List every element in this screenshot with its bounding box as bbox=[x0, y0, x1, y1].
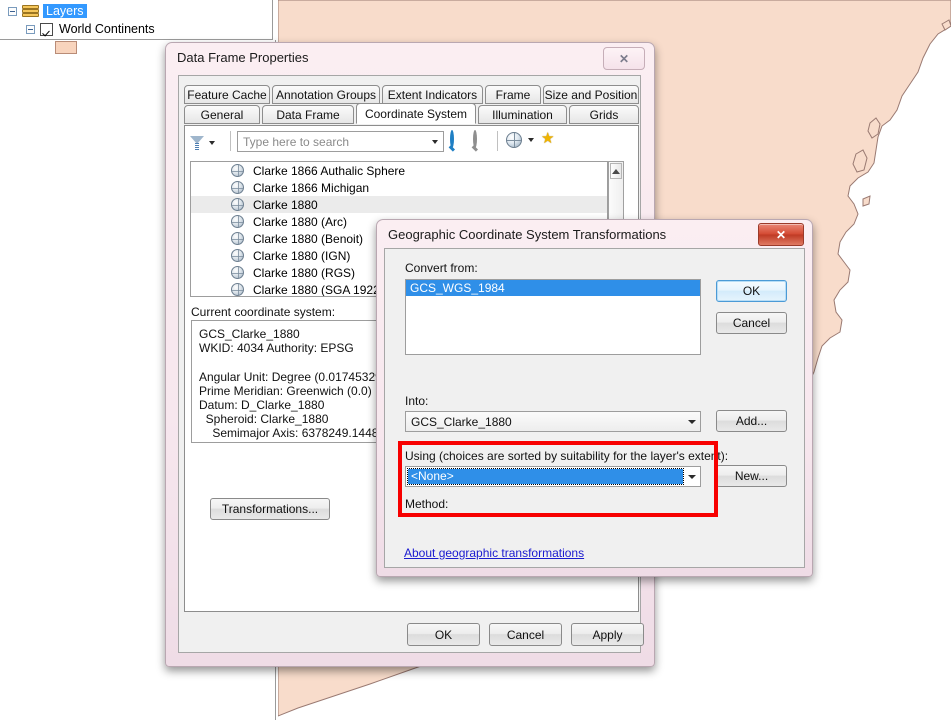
toolbar-separator bbox=[230, 131, 231, 151]
tab-label: Coordinate System bbox=[364, 106, 468, 121]
list-item[interactable]: Clarke 1866 Michigan bbox=[191, 179, 607, 196]
table-of-contents-panel: Layers World Continents bbox=[0, 0, 273, 54]
add-to-favorites-button[interactable]: ★ bbox=[541, 131, 554, 146]
ok-button[interactable]: OK bbox=[407, 623, 480, 646]
layers-stack-icon bbox=[22, 4, 39, 18]
cancel-button[interactable]: Cancel bbox=[716, 312, 787, 334]
tab-label: Feature Cache bbox=[187, 87, 267, 102]
tab-label: Illumination bbox=[492, 107, 553, 122]
search-input[interactable]: Type here to search bbox=[237, 131, 444, 152]
tab-illumination[interactable]: Illumination bbox=[478, 105, 567, 124]
into-value: GCS_Clarke_1880 bbox=[411, 414, 512, 429]
list-item-label: Clarke 1866 Michigan bbox=[253, 180, 370, 195]
chevron-up-icon bbox=[612, 169, 620, 174]
window-title: Geographic Coordinate System Transformat… bbox=[388, 226, 667, 242]
window-title-bar[interactable]: Geographic Coordinate System Transformat… bbox=[376, 219, 813, 249]
current-cs-label: Current coordinate system: bbox=[191, 305, 336, 319]
tab-grids[interactable]: Grids bbox=[569, 105, 639, 124]
clear-search-button[interactable] bbox=[473, 130, 477, 148]
tab-feature-cache[interactable]: Feature Cache bbox=[184, 85, 270, 104]
about-geographic-transformations-link-visible[interactable]: About geographic transformations bbox=[404, 546, 584, 560]
add-button[interactable]: Add... bbox=[716, 410, 787, 432]
globe-icon bbox=[231, 181, 244, 194]
globe-icon bbox=[231, 266, 244, 279]
tab-data-frame[interactable]: Data Frame bbox=[262, 105, 354, 124]
tab-label: Data Frame bbox=[276, 107, 340, 122]
search-button[interactable] bbox=[450, 130, 454, 148]
globe-icon bbox=[231, 198, 244, 211]
list-item-selected[interactable]: GCS_WGS_1984 bbox=[406, 280, 700, 296]
tab-extent-indicators[interactable]: Extent Indicators bbox=[382, 85, 483, 104]
tab-size-and-position[interactable]: Size and Position bbox=[543, 85, 639, 104]
globe-icon bbox=[231, 215, 244, 228]
toc-layers-label: Layers bbox=[43, 4, 87, 18]
funnel-icon bbox=[190, 135, 204, 151]
star-add-icon: ★ bbox=[541, 130, 555, 147]
layer-symbol-swatch[interactable] bbox=[55, 41, 77, 54]
convert-from-list[interactable]: GCS_WGS_1984 bbox=[405, 279, 701, 355]
list-item-label: Clarke 1880 (SGA 1922) bbox=[253, 282, 384, 297]
cancel-button[interactable]: Cancel bbox=[489, 623, 562, 646]
highlight-annotation bbox=[398, 441, 718, 517]
tab-general[interactable]: General bbox=[184, 105, 260, 124]
close-icon[interactable]: ✕ bbox=[603, 47, 645, 70]
globe-icon bbox=[231, 249, 244, 262]
new-button[interactable]: New... bbox=[716, 465, 787, 487]
into-label: Into: bbox=[405, 394, 429, 408]
list-item-selected[interactable]: Clarke 1880 bbox=[191, 196, 607, 213]
list-item-label: Clarke 1880 (Arc) bbox=[253, 214, 348, 229]
list-item-label: Clarke 1866 Authalic Sphere bbox=[253, 163, 406, 178]
toc-tree[interactable]: Layers World Continents bbox=[0, 0, 272, 54]
tab-label: Annotation Groups bbox=[275, 87, 377, 102]
transformations-button[interactable]: Transformations... bbox=[210, 498, 330, 520]
gcs-transformations-window: Geographic Coordinate System Transformat… bbox=[376, 219, 813, 577]
dialog-body: Convert from: GCS_WGS_1984 OK Cancel Int… bbox=[384, 248, 805, 568]
globe-icon bbox=[231, 283, 244, 296]
window-title-bar[interactable]: Data Frame Properties bbox=[165, 42, 655, 72]
toc-node-world-continents[interactable]: World Continents bbox=[26, 22, 155, 36]
tab-label: Size and Position bbox=[544, 87, 638, 102]
globe-icon bbox=[231, 232, 244, 245]
toc-node-layers[interactable]: Layers bbox=[8, 4, 87, 18]
toc-symbol-row[interactable] bbox=[55, 41, 77, 54]
collapse-layers-icon[interactable] bbox=[8, 6, 17, 16]
tab-label: Extent Indicators bbox=[387, 87, 478, 102]
filter-dropdown[interactable] bbox=[190, 132, 224, 154]
window-title: Data Frame Properties bbox=[177, 49, 309, 65]
globe-icon bbox=[506, 132, 522, 148]
list-item-label: Clarke 1880 (RGS) bbox=[253, 265, 356, 280]
collapse-layer-icon[interactable] bbox=[26, 24, 35, 34]
scrollbar-thumb[interactable] bbox=[610, 163, 622, 179]
tab-annotation-groups[interactable]: Annotation Groups bbox=[272, 85, 380, 104]
ok-button[interactable]: OK bbox=[716, 280, 787, 302]
chevron-down-icon bbox=[528, 138, 534, 142]
convert-from-label: Convert from: bbox=[405, 261, 478, 275]
magnifier-clear-icon bbox=[473, 130, 477, 148]
list-item-label: Clarke 1880 bbox=[253, 197, 318, 212]
into-dropdown[interactable]: GCS_Clarke_1880 bbox=[405, 411, 701, 432]
toolbar-separator-2 bbox=[497, 131, 498, 151]
search-placeholder: Type here to search bbox=[243, 134, 350, 149]
list-item-label: Clarke 1880 (Benoit) bbox=[253, 231, 364, 246]
close-icon[interactable]: ✕ bbox=[758, 223, 804, 246]
globe-icon bbox=[231, 164, 244, 177]
apply-button[interactable]: Apply bbox=[571, 623, 644, 646]
chevron-down-icon bbox=[209, 141, 215, 145]
tab-coordinate-system[interactable]: Coordinate System bbox=[356, 103, 476, 124]
tab-label: General bbox=[200, 107, 244, 122]
magnifier-icon bbox=[450, 130, 454, 148]
tab-frame[interactable]: Frame bbox=[485, 85, 541, 104]
toc-layer-label: World Continents bbox=[59, 22, 155, 36]
tab-label: Grids bbox=[589, 107, 619, 122]
list-item[interactable]: Clarke 1866 Authalic Sphere bbox=[191, 162, 607, 179]
list-item-label: Clarke 1880 (IGN) bbox=[253, 248, 351, 263]
tab-strip: Feature Cache Annotation Groups Extent I… bbox=[184, 85, 639, 126]
search-history-dropdown[interactable] bbox=[426, 132, 443, 151]
globe-dropdown-button[interactable] bbox=[506, 132, 534, 148]
chevron-down-icon[interactable] bbox=[683, 412, 700, 431]
layer-visibility-checkbox[interactable] bbox=[40, 22, 53, 36]
tab-label: Frame bbox=[495, 87, 531, 102]
